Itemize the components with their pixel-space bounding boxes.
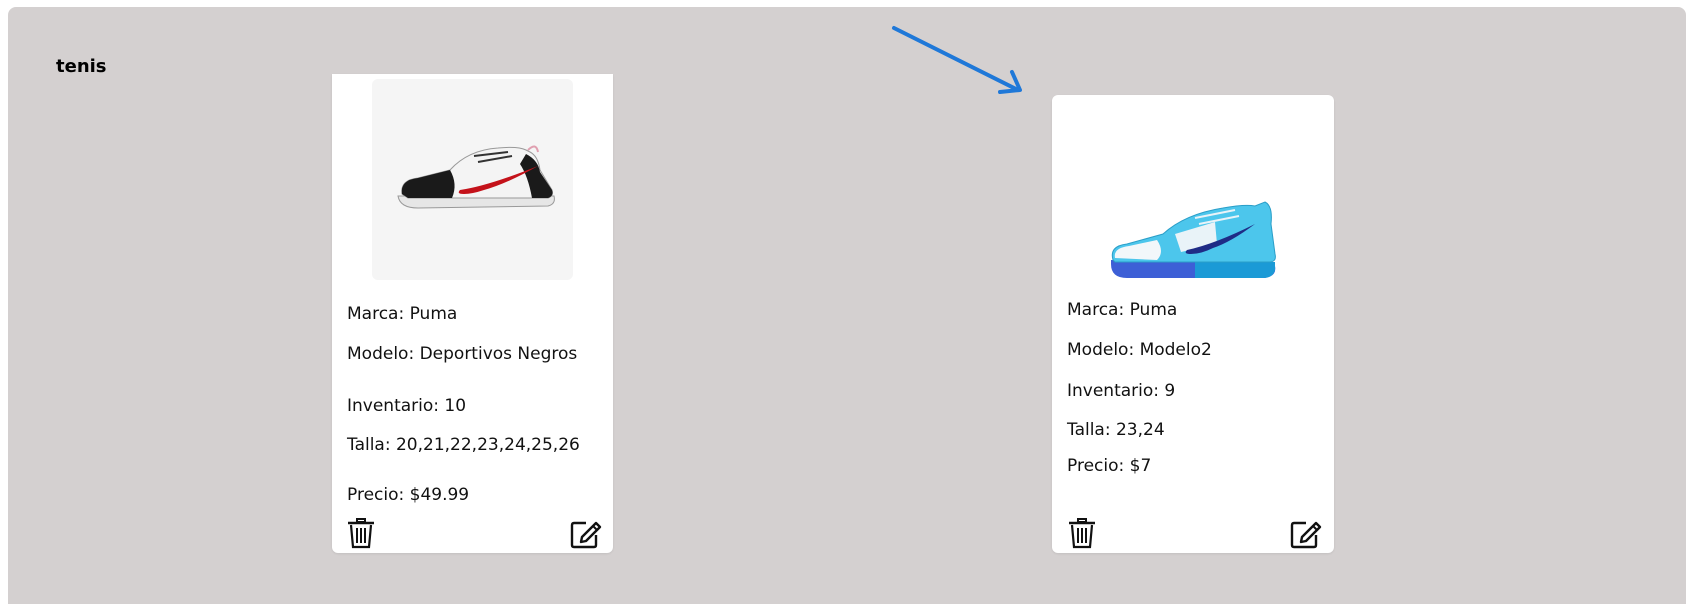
product-size: Talla: 23,24 [1067, 420, 1165, 440]
product-inventory: Inventario: 10 [347, 396, 467, 416]
delete-button[interactable] [347, 517, 377, 549]
products-panel: tenis [8, 7, 1686, 604]
delete-button[interactable] [1068, 517, 1098, 549]
annotation-arrow-icon [892, 26, 1022, 94]
edit-icon [570, 521, 602, 549]
product-brand: Marca: Puma [1067, 300, 1178, 320]
product-price: Precio: $49.99 [347, 485, 470, 505]
edit-button[interactable] [1290, 519, 1322, 551]
product-price: Precio: $7 [1067, 456, 1152, 476]
product-card: Marca: Puma Modelo: Modelo2 Inventario: … [1052, 95, 1334, 553]
product-inventory: Inventario: 9 [1067, 381, 1176, 401]
shoe-image [396, 145, 555, 209]
product-model: Modelo: Deportivos Negros [347, 344, 578, 364]
trash-icon [348, 518, 374, 549]
section-title: tenis [56, 56, 107, 77]
product-brand: Marca: Puma [347, 304, 458, 324]
edit-button[interactable] [570, 519, 602, 551]
shoe-image [1111, 200, 1276, 278]
product-card: Marca: Puma Modelo: Deportivos Negros In… [332, 74, 613, 553]
product-size: Talla: 20,21,22,23,24,25,26 [347, 435, 580, 455]
edit-icon [1290, 521, 1322, 549]
product-image [372, 79, 573, 280]
trash-icon [1069, 518, 1095, 549]
product-image [1092, 181, 1293, 301]
product-model: Modelo: Modelo2 [1067, 340, 1212, 360]
